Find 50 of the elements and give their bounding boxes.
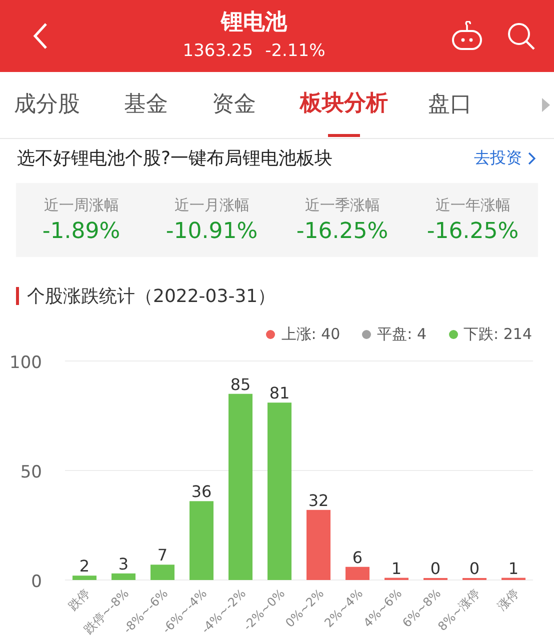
stat-value: -16.25% [426, 219, 519, 244]
bar-value-label: 0 [469, 559, 480, 578]
legend-label: 下跌: 214 [464, 325, 532, 344]
bar-value-label: 2 [79, 556, 90, 576]
back-icon[interactable] [32, 22, 48, 50]
legend-label: 平盘: 4 [377, 325, 427, 344]
stat-label: 近一月涨幅 [174, 196, 250, 215]
tab[interactable]: 盘口 [428, 72, 472, 138]
bar-value-label: 3 [118, 554, 129, 574]
bar-value-label: 1 [391, 558, 402, 578]
bar-value-label: 6 [352, 548, 363, 567]
promo-text: 选不好锂电池个股?一键布局锂电池板块 [17, 147, 334, 170]
axis-category-label: 跌停 [66, 586, 93, 614]
index-price: 1363.25 [182, 40, 254, 63]
stat-label: 近一季涨幅 [304, 196, 380, 215]
bar-value-label: 81 [269, 384, 290, 403]
tab[interactable]: 成分股 [14, 72, 80, 138]
bar [306, 510, 330, 580]
bar-value-label: 85 [230, 374, 251, 394]
bar-value-label: 0 [430, 559, 441, 578]
stat-value: -16.25% [296, 219, 388, 244]
bar [346, 566, 370, 580]
bar-value-label: 36 [191, 482, 212, 502]
axis-tick-label: 100 [10, 353, 42, 373]
bar [112, 573, 136, 580]
bar [72, 576, 96, 580]
legend-label: 上涨: 40 [281, 325, 340, 344]
chevron-right-icon [528, 152, 536, 164]
bar-value-label: 1 [508, 558, 519, 578]
bar-value-label: 7 [157, 546, 168, 565]
stat-label: 近一年涨幅 [435, 196, 510, 215]
section-title: 个股涨跌统计（2022-03-31） [27, 285, 276, 308]
bar-value-label: 32 [308, 490, 329, 510]
stat-value: -10.91% [166, 219, 258, 244]
axis-tick-label: 50 [20, 462, 42, 482]
bar [502, 578, 526, 580]
axis-category-label: 涨停 [494, 586, 522, 614]
stat-label: 近一周涨幅 [44, 196, 119, 215]
index-change: -2.11% [265, 40, 326, 63]
bar [384, 578, 408, 580]
header-title: 锂电池 [221, 9, 287, 37]
bar [150, 564, 174, 580]
section-marker [16, 287, 19, 305]
tab[interactable]: 基金 [124, 72, 168, 138]
tab[interactable]: 资金 [212, 72, 256, 138]
search-icon[interactable] [506, 21, 536, 51]
axis-tick-label: 0 [31, 572, 42, 592]
stat-value: -1.89% [42, 219, 120, 244]
invest-link[interactable]: 去投资 [474, 148, 522, 168]
robot-icon[interactable] [450, 21, 484, 51]
